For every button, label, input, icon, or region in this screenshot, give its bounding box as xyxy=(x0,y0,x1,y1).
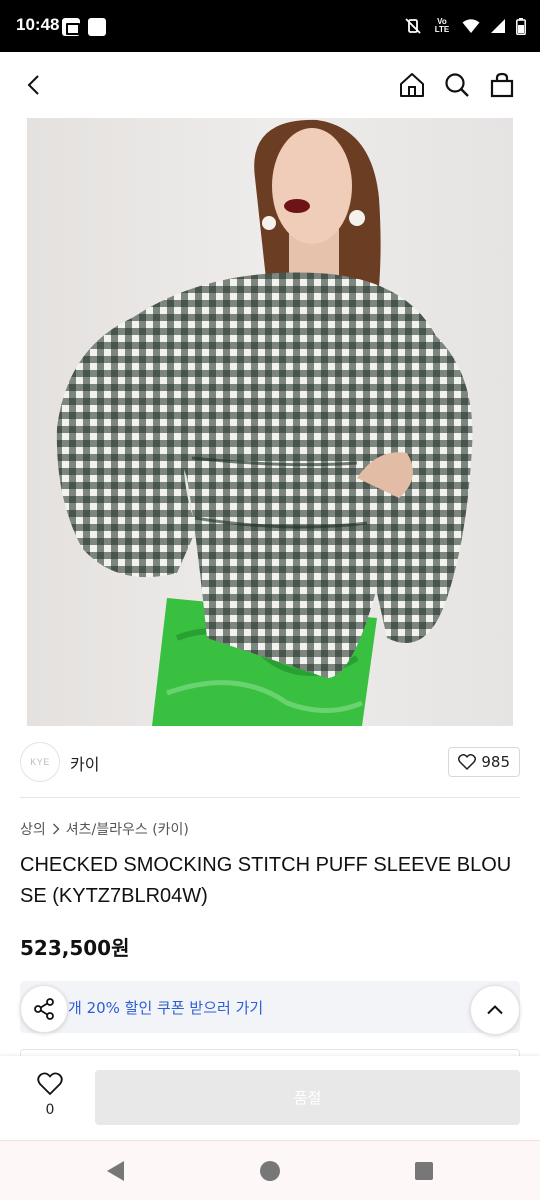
home-button[interactable] xyxy=(395,68,429,102)
coupon-banner[interactable]: 개 20% 할인 쿠폰 받으러 가기 xyxy=(20,981,520,1033)
volte-label: Vo LTE xyxy=(434,17,450,34)
battery-icon xyxy=(516,17,526,35)
triangle-back-icon xyxy=(107,1161,124,1181)
brand-row[interactable]: KYE 카이 985 xyxy=(20,740,520,784)
breadcrumb: 상의 셔츠/블라우스 (카이) xyxy=(20,819,189,839)
share-button[interactable] xyxy=(20,985,68,1033)
product-photo xyxy=(27,118,513,726)
status-time: 10:48 xyxy=(16,15,60,34)
brand-name[interactable]: 카이 xyxy=(70,751,99,775)
app-header xyxy=(0,52,540,118)
home-icon xyxy=(400,73,424,97)
signal-icon xyxy=(491,19,505,33)
nav-back-button[interactable] xyxy=(104,1159,128,1183)
share-icon xyxy=(34,998,54,1020)
back-button[interactable] xyxy=(18,68,52,102)
breadcrumb-category[interactable]: 상의 xyxy=(20,819,46,839)
heart-icon xyxy=(458,754,477,770)
bottom-action-bar: 0 품절 xyxy=(0,1056,540,1140)
breadcrumb-subcategory[interactable]: 셔츠/블라우스 (카이) xyxy=(66,819,189,839)
wish-count: 0 xyxy=(45,1102,55,1118)
app-notification-icon xyxy=(88,18,106,36)
nav-home-button[interactable] xyxy=(258,1159,282,1183)
like-count: 985 xyxy=(481,753,510,771)
vibrate-mute-icon xyxy=(405,18,421,34)
status-right-icons: Vo LTE xyxy=(404,17,526,35)
product-price: 523,500원 xyxy=(20,936,130,960)
divider xyxy=(20,797,520,798)
chevron-up-icon xyxy=(487,1005,503,1015)
nav-recents-button[interactable] xyxy=(412,1159,436,1183)
status-left-icons xyxy=(62,18,106,36)
scroll-top-button[interactable] xyxy=(470,985,520,1035)
shopping-bag-icon xyxy=(490,72,514,98)
heart-icon xyxy=(37,1072,63,1095)
wifi-icon xyxy=(462,19,480,33)
system-nav-bar xyxy=(0,1140,540,1200)
product-image[interactable] xyxy=(27,118,513,726)
status-bar: 10:48 Vo LTE xyxy=(0,0,540,52)
chevron-right-icon xyxy=(52,823,60,835)
notification-icon xyxy=(62,18,80,36)
chevron-left-icon xyxy=(27,75,39,95)
search-icon xyxy=(445,73,469,97)
coupon-text: 개 20% 할인 쿠폰 받으러 가기 xyxy=(68,999,264,1017)
search-button[interactable] xyxy=(440,68,474,102)
soldout-button[interactable]: 품절 xyxy=(95,1070,520,1125)
product-title: CHECKED SMOCKING STITCH PUFF SLEEVE BLOU… xyxy=(20,854,512,907)
brand-like-button[interactable]: 985 xyxy=(448,747,520,777)
square-recents-icon xyxy=(415,1162,433,1180)
brand-logo[interactable]: KYE xyxy=(20,742,60,782)
circle-home-icon xyxy=(260,1161,280,1181)
shopping-bag-button[interactable] xyxy=(485,68,519,102)
wish-button[interactable]: 0 xyxy=(28,1072,72,1124)
